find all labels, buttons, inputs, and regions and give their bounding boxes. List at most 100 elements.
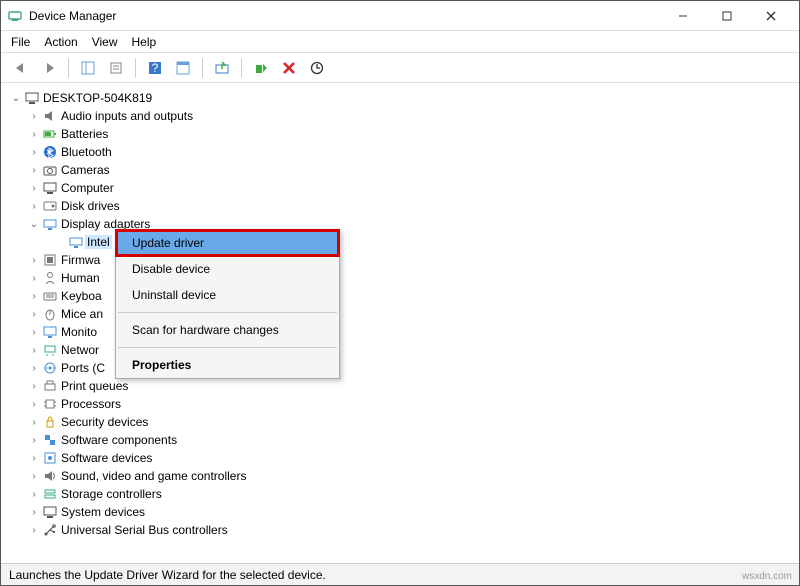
back-button[interactable] (9, 56, 33, 80)
expand-arrow-icon[interactable]: › (27, 381, 41, 392)
category-icon (41, 378, 59, 394)
tree-root[interactable]: ⌄ DESKTOP-504K819 (5, 89, 795, 107)
svg-text:?: ? (152, 61, 159, 75)
tree-category[interactable]: › Batteries (5, 125, 795, 143)
tree-category-label: Processors (59, 397, 123, 411)
expand-arrow-icon[interactable]: › (27, 291, 41, 302)
tree-category[interactable]: › Computer (5, 179, 795, 197)
context-disable-device[interactable]: Disable device (116, 256, 339, 282)
tree-category[interactable]: › Security devices (5, 413, 795, 431)
category-icon (41, 306, 59, 322)
context-separator (118, 312, 337, 313)
tree-category-label: Networ (59, 343, 101, 357)
tree-category-label: Cameras (59, 163, 112, 177)
expand-arrow-icon[interactable]: › (27, 309, 41, 320)
close-button[interactable] (749, 2, 793, 30)
tree-category-label: Batteries (59, 127, 110, 141)
properties-button[interactable] (104, 56, 128, 80)
category-icon (41, 324, 59, 340)
category-icon (41, 162, 59, 178)
expand-arrow-icon[interactable]: › (27, 363, 41, 374)
expand-arrow-icon[interactable]: › (27, 183, 41, 194)
expand-arrow-icon[interactable]: › (27, 273, 41, 284)
tree-category[interactable]: › Bluetooth (5, 143, 795, 161)
tree-category[interactable]: ›Software components (5, 431, 795, 449)
expand-arrow-icon[interactable]: › (27, 255, 41, 266)
tree-category-label: Ports (C (59, 361, 107, 375)
collapse-arrow-icon[interactable]: ⌄ (27, 219, 41, 230)
menu-action[interactable]: Action (44, 35, 77, 49)
tree-category[interactable]: › Universal Serial Bus controllers (5, 521, 795, 539)
expand-arrow-icon[interactable]: › (27, 129, 41, 140)
context-menu: Update driver Disable device Uninstall d… (115, 229, 340, 379)
context-separator (118, 347, 337, 348)
tree-category[interactable]: › Processors (5, 395, 795, 413)
menu-file[interactable]: File (11, 35, 30, 49)
tree-category-label: Firmwa (59, 253, 102, 267)
tree-category[interactable]: ›System devices (5, 503, 795, 521)
tree-category[interactable]: ›Disk drives (5, 197, 795, 215)
forward-button[interactable] (37, 56, 61, 80)
computer-icon (23, 90, 41, 106)
category-icon (41, 270, 59, 286)
expand-arrow-icon[interactable]: › (27, 417, 41, 428)
category-icon (41, 252, 59, 268)
expand-arrow-icon[interactable]: › (27, 345, 41, 356)
expand-arrow-icon[interactable]: › (27, 165, 41, 176)
category-icon (41, 522, 59, 538)
tree-category-label: Security devices (59, 415, 150, 429)
category-icon (41, 108, 59, 124)
show-hide-button[interactable] (76, 56, 100, 80)
expand-arrow-icon[interactable]: › (27, 507, 41, 518)
tree-category-label: Universal Serial Bus controllers (59, 523, 230, 537)
context-scan-hardware[interactable]: Scan for hardware changes (116, 317, 339, 343)
context-properties[interactable]: Properties (116, 352, 339, 378)
status-text: Launches the Update Driver Wizard for th… (9, 568, 326, 582)
device-tree[interactable]: ⌄ DESKTOP-504K819 › Audio inputs and outp… (1, 83, 799, 563)
tree-category-label: Keyboa (59, 289, 104, 303)
enable-button[interactable] (249, 56, 273, 80)
context-uninstall-device[interactable]: Uninstall device (116, 282, 339, 308)
display-adapter-icon (67, 234, 85, 250)
tree-category-label: Software devices (59, 451, 154, 465)
tree-category-label: Audio inputs and outputs (59, 109, 195, 123)
expand-arrow-icon[interactable]: › (27, 111, 41, 122)
category-icon (41, 504, 59, 520)
tree-category[interactable]: ›Sound, video and game controllers (5, 467, 795, 485)
context-update-driver[interactable]: Update driver (116, 230, 339, 256)
expand-arrow-icon[interactable]: › (27, 489, 41, 500)
tree-category[interactable]: ›Storage controllers (5, 485, 795, 503)
expand-arrow-icon[interactable]: › (27, 399, 41, 410)
help-button[interactable]: ? (143, 56, 167, 80)
expand-arrow-icon[interactable]: › (27, 327, 41, 338)
tree-category[interactable]: › Audio inputs and outputs (5, 107, 795, 125)
watermark: wsxdn.com (742, 571, 792, 582)
tree-category[interactable]: ›Print queues (5, 377, 795, 395)
tree-root-label: DESKTOP-504K819 (41, 91, 154, 105)
expand-arrow-icon[interactable]: › (27, 201, 41, 212)
expand-arrow-icon[interactable]: › (27, 525, 41, 536)
scan-hardware-button[interactable] (305, 56, 329, 80)
expand-arrow-icon[interactable]: › (27, 453, 41, 464)
tree-category-label: Computer (59, 181, 116, 195)
category-icon (41, 180, 59, 196)
category-icon (41, 288, 59, 304)
app-icon (7, 8, 23, 24)
tree-category[interactable]: › Software devices (5, 449, 795, 467)
expand-arrow-icon[interactable]: ⌄ (9, 93, 23, 104)
expand-arrow-icon[interactable]: › (27, 147, 41, 158)
expand-arrow-icon[interactable]: › (27, 471, 41, 482)
uninstall-button[interactable] (277, 56, 301, 80)
minimize-button[interactable] (661, 2, 705, 30)
maximize-button[interactable] (705, 2, 749, 30)
tree-category-label: Bluetooth (59, 145, 114, 159)
view-button[interactable] (171, 56, 195, 80)
menu-view[interactable]: View (92, 35, 118, 49)
category-icon (41, 450, 59, 466)
update-driver-button[interactable] (210, 56, 234, 80)
expand-arrow-icon[interactable]: › (27, 435, 41, 446)
category-icon (41, 396, 59, 412)
menu-help[interactable]: Help (132, 35, 157, 49)
menubar: File Action View Help (1, 31, 799, 53)
tree-category[interactable]: › Cameras (5, 161, 795, 179)
